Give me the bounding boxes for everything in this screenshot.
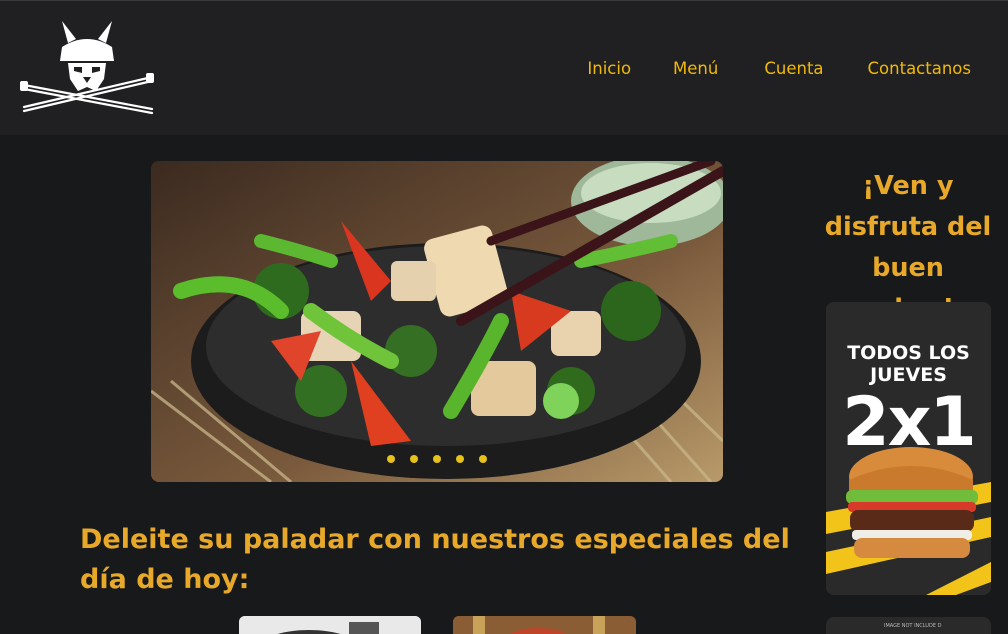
carousel-dot[interactable] [456, 455, 464, 463]
food-bowl-image [151, 161, 723, 482]
image-carousel[interactable] [151, 161, 723, 482]
nav-inicio[interactable]: Inicio [587, 59, 631, 78]
promo-line1: TODOS LOS JUEVES [847, 342, 970, 386]
carousel-dot[interactable] [410, 455, 418, 463]
carousel-dot[interactable] [387, 455, 395, 463]
nav-cuenta[interactable]: Cuenta [764, 59, 823, 78]
specials-heading: Deleite su paladar con nuestros especial… [80, 524, 790, 595]
samurai-logo-icon[interactable] [16, 17, 158, 117]
special-card-1[interactable] [239, 616, 421, 634]
promo-banner-2-text: IMAGE NOT INCLUDE D [884, 623, 942, 629]
carousel-dot[interactable] [433, 455, 441, 463]
special-image-2 [453, 616, 636, 634]
carousel-dots [151, 455, 723, 463]
promo-banner-2[interactable]: IMAGE NOT INCLUDE D [826, 617, 991, 634]
promo-offer: 2x1 [842, 383, 977, 462]
main-nav: Inicio Menú Cuenta Contactanos [587, 59, 971, 78]
nav-contactanos[interactable]: Contactanos [868, 59, 971, 78]
carousel-dot[interactable] [479, 455, 487, 463]
promo-banner[interactable]: TODOS LOS JUEVES 2x1 [826, 302, 991, 595]
special-image-1 [239, 616, 421, 634]
nav-menu[interactable]: Menú [673, 59, 718, 78]
site-header: Inicio Menú Cuenta Contactanos [0, 0, 1008, 135]
special-card-2[interactable] [453, 616, 636, 634]
